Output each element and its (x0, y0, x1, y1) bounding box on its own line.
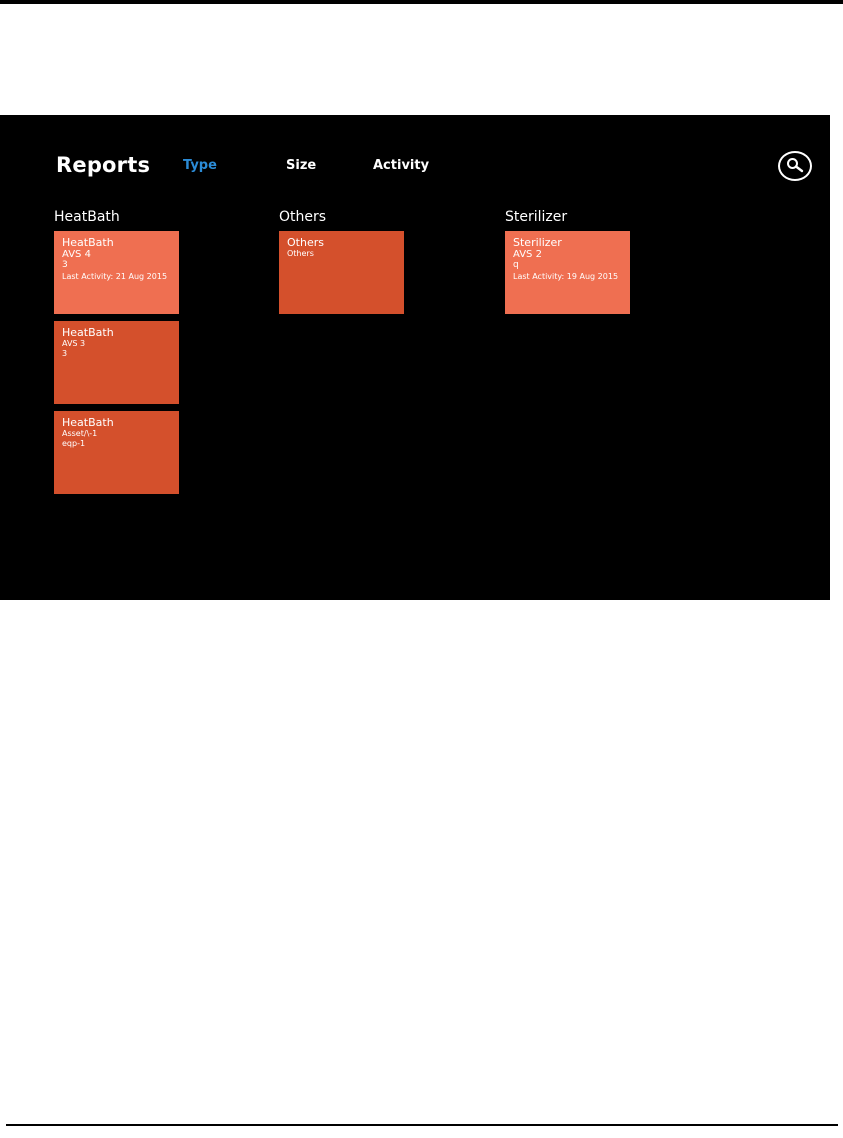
search-icon (787, 158, 804, 173)
tile-last-activity: Last Activity: 19 Aug 2015 (513, 272, 619, 281)
tab-activity[interactable]: Activity (373, 158, 429, 173)
tile-last-activity: Last Activity: 21 Aug 2015 (62, 272, 168, 281)
tile-line2: Asset/\-1 (62, 429, 98, 438)
tile-heatbath-avs3[interactable]: HeatBath AVS 3 3 (54, 321, 179, 404)
tile-others[interactable]: Others Others (279, 231, 404, 314)
page-title: Reports (56, 153, 151, 177)
tile-title: HeatBath (62, 326, 114, 339)
bottom-rule (6, 1124, 838, 1126)
tile-line2: AVS 2 (513, 249, 542, 260)
tile-line2: AVS 4 (62, 249, 91, 260)
tile-title: Sterilizer (513, 236, 562, 249)
tile-line3: eqp-1 (62, 439, 86, 448)
tab-size[interactable]: Size (286, 158, 316, 173)
tile-title: HeatBath (62, 236, 114, 249)
tile-line3: 3 (62, 260, 68, 270)
tile-sterilizer-avs2[interactable]: Sterilizer AVS 2 q Last Activity: 19 Aug… (505, 231, 630, 314)
top-rule (0, 0, 843, 4)
tile-line3: q (513, 260, 519, 270)
tile-heatbath-avs4[interactable]: HeatBath AVS 4 3 Last Activity: 21 Aug 2… (54, 231, 179, 314)
document-page: Reports Type Size Activity HeatBath Heat… (0, 0, 843, 1138)
group-header-heatbath[interactable]: HeatBath (54, 209, 120, 225)
search-button[interactable] (778, 151, 812, 181)
tile-heatbath-asset1[interactable]: HeatBath Asset/\-1 eqp-1 (54, 411, 179, 494)
tile-title: Others (287, 236, 324, 249)
tile-title: HeatBath (62, 416, 114, 429)
tab-type[interactable]: Type (183, 158, 217, 173)
group-header-others[interactable]: Others (279, 209, 326, 225)
tile-line2: Others (287, 249, 314, 258)
tile-line3: 3 (62, 349, 68, 358)
app-screen: Reports Type Size Activity HeatBath Heat… (0, 115, 830, 600)
tile-line2: AVS 3 (62, 339, 86, 348)
group-header-sterilizer[interactable]: Sterilizer (505, 209, 567, 225)
